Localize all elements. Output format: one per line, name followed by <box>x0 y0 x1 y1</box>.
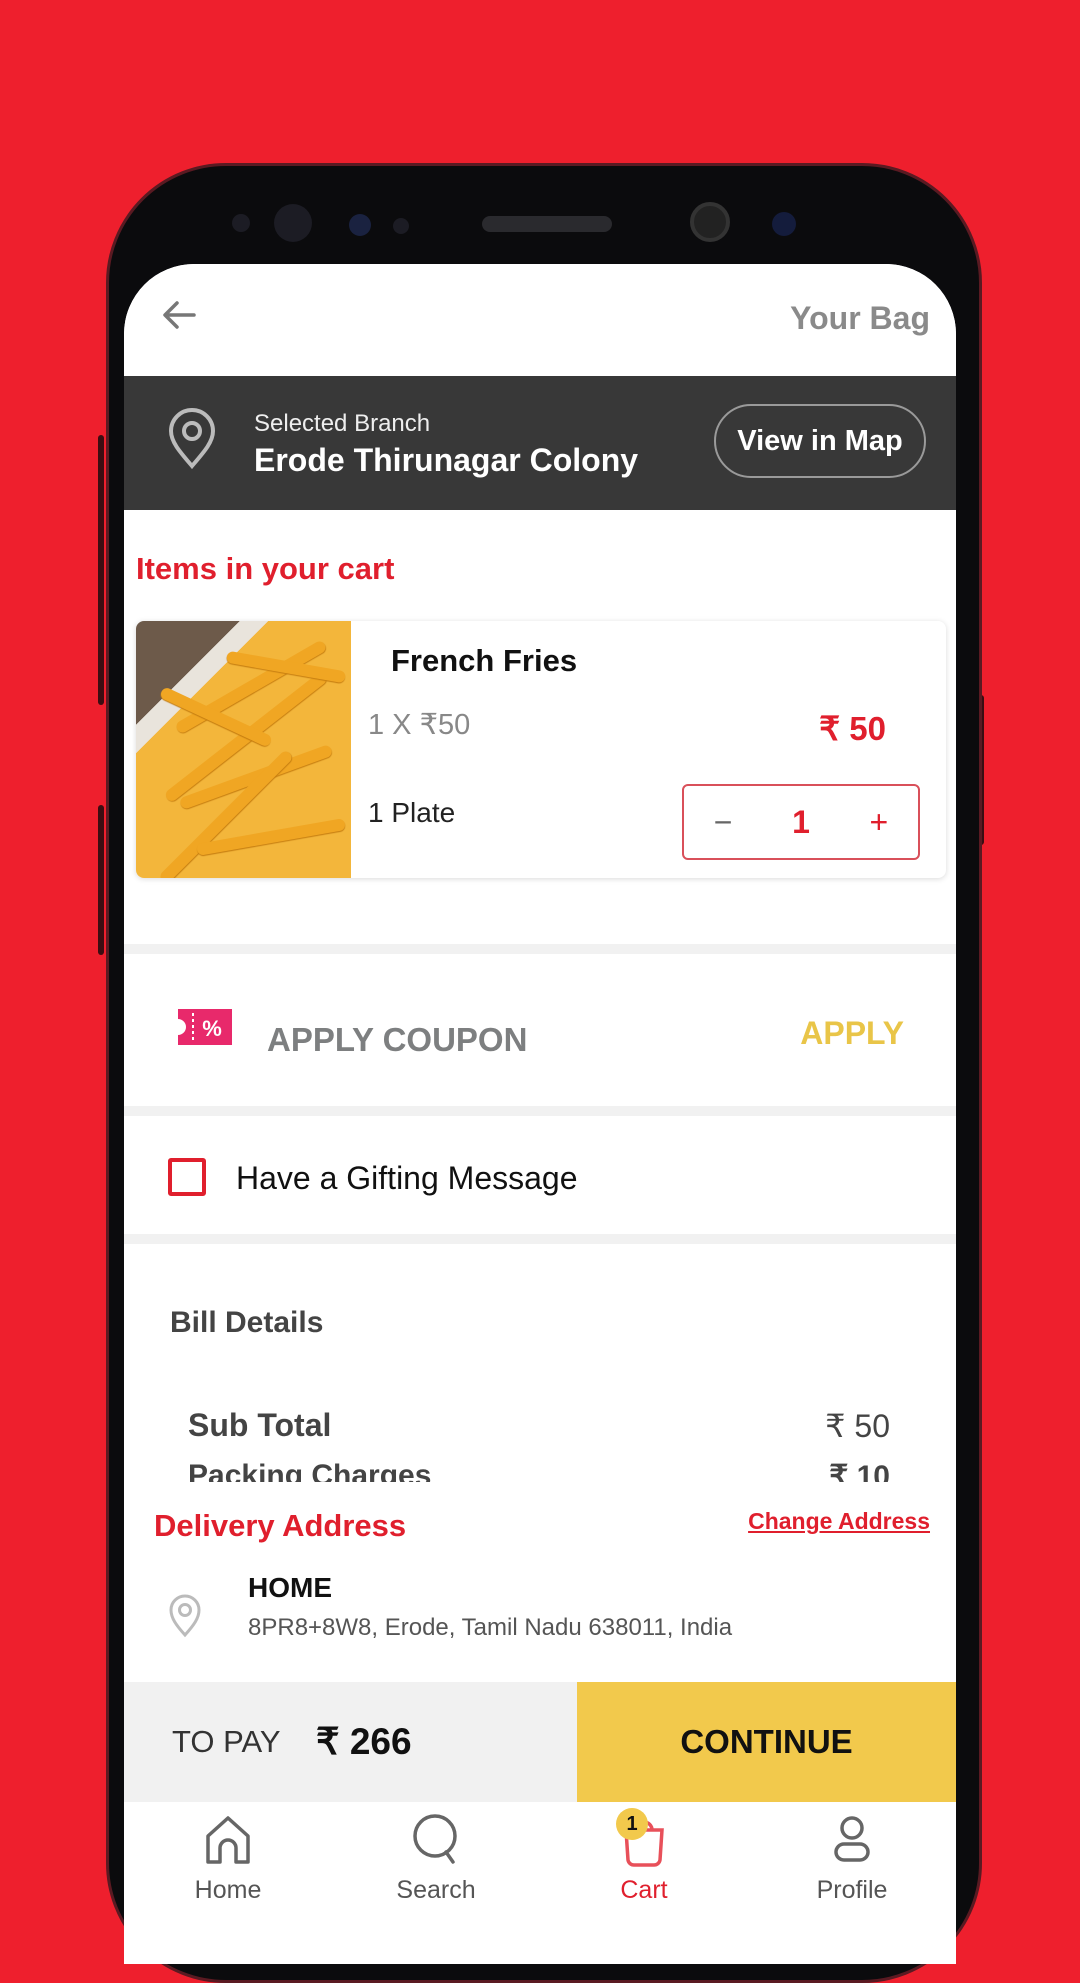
french-fries-image <box>136 621 351 878</box>
app-screen: Your Bag Selected Branch Erode Thirunaga… <box>124 264 956 1964</box>
item-total: ₹ 50 <box>819 710 886 747</box>
continue-button[interactable]: CONTINUE <box>577 1682 956 1802</box>
nav-label: Home <box>194 1876 262 1904</box>
side-button <box>98 805 104 955</box>
gift-message-checkbox[interactable] <box>168 1158 206 1196</box>
location-pin-icon <box>168 408 216 470</box>
packing-charges-label: Packing Charges <box>188 1459 432 1482</box>
sensor <box>393 218 409 234</box>
sensor <box>772 212 796 236</box>
cart-item-card: French Fries 1 X ₹50 ₹ 50 1 Plate − 1 + <box>136 621 946 878</box>
apply-coupon-label: APPLY COUPON <box>267 1021 528 1058</box>
coupon-percent-icon: % <box>178 1009 232 1045</box>
delivery-address-heading: Delivery Address <box>154 1508 407 1543</box>
bill-details-heading: Bill Details <box>170 1306 324 1339</box>
item-unit-price: 1 X ₹50 <box>368 709 471 741</box>
increase-button[interactable]: + <box>870 804 889 841</box>
gift-message-row: Have a Gifting Message <box>124 1116 956 1234</box>
bottom-nav: Home Search 1 Cart Profile <box>124 1802 956 1964</box>
divider <box>124 1106 956 1116</box>
item-portion: 1 Plate <box>368 797 456 828</box>
nav-cart[interactable]: 1 Cart <box>540 1802 748 1964</box>
iris-sensor <box>274 204 312 242</box>
pay-bar: TO PAY ₹ 266 CONTINUE <box>124 1682 956 1802</box>
gift-message-label: Have a Gifting Message <box>236 1160 578 1196</box>
volume-button <box>98 435 104 705</box>
coupon-row[interactable]: % APPLY COUPON APPLY <box>124 954 956 1106</box>
bill-rows: Sub Total ₹ 50 Packing Charges ₹ 10 <box>124 1399 956 1482</box>
cart-count-badge: 1 <box>616 1808 648 1840</box>
home-icon <box>206 1816 250 1864</box>
earpiece <box>482 216 612 232</box>
profile-icon <box>834 1816 870 1862</box>
sensor <box>349 214 371 236</box>
arrow-left-icon[interactable] <box>162 300 196 330</box>
nav-profile[interactable]: Profile <box>748 1802 956 1964</box>
subtotal-label: Sub Total <box>188 1407 332 1443</box>
svg-text:%: % <box>202 1016 222 1041</box>
search-icon <box>413 1814 457 1864</box>
to-pay-amount: ₹ 266 <box>316 1721 412 1762</box>
front-camera <box>690 202 730 242</box>
branch-name: Erode Thirunagar Colony <box>254 442 639 478</box>
packing-charges-value: ₹ 10 <box>829 1460 890 1482</box>
header: Your Bag <box>124 264 956 376</box>
change-address-link[interactable]: Change Address <box>748 1508 930 1535</box>
branch-label: Selected Branch <box>254 410 431 437</box>
divider <box>124 1234 956 1244</box>
page-title: Your Bag <box>790 300 930 336</box>
item-name: French Fries <box>391 643 578 678</box>
sensor <box>232 214 250 232</box>
view-in-map-button[interactable]: View in Map <box>714 404 926 478</box>
address-type: HOME <box>248 1572 332 1603</box>
cart-heading: Items in your cart <box>136 551 395 586</box>
quantity-value: 1 <box>792 803 810 840</box>
nav-search[interactable]: Search <box>332 1802 540 1964</box>
nav-label: Profile <box>816 1876 888 1904</box>
quantity-stepper: − 1 + <box>682 784 920 860</box>
apply-button[interactable]: APPLY <box>800 1015 904 1052</box>
selected-branch-bar: Selected Branch Erode Thirunagar Colony … <box>124 376 956 510</box>
divider <box>124 944 956 954</box>
subtotal-value: ₹ 50 <box>825 1408 890 1444</box>
to-pay-label: TO PAY <box>172 1724 281 1759</box>
address-text: 8PR8+8W8, Erode, Tamil Nadu 638011, Indi… <box>248 1614 733 1641</box>
nav-home[interactable]: Home <box>124 1802 332 1964</box>
nav-label: Cart <box>620 1876 668 1904</box>
nav-label: Search <box>396 1876 476 1904</box>
location-pin-icon <box>169 1594 201 1638</box>
decrease-button[interactable]: − <box>714 804 733 841</box>
